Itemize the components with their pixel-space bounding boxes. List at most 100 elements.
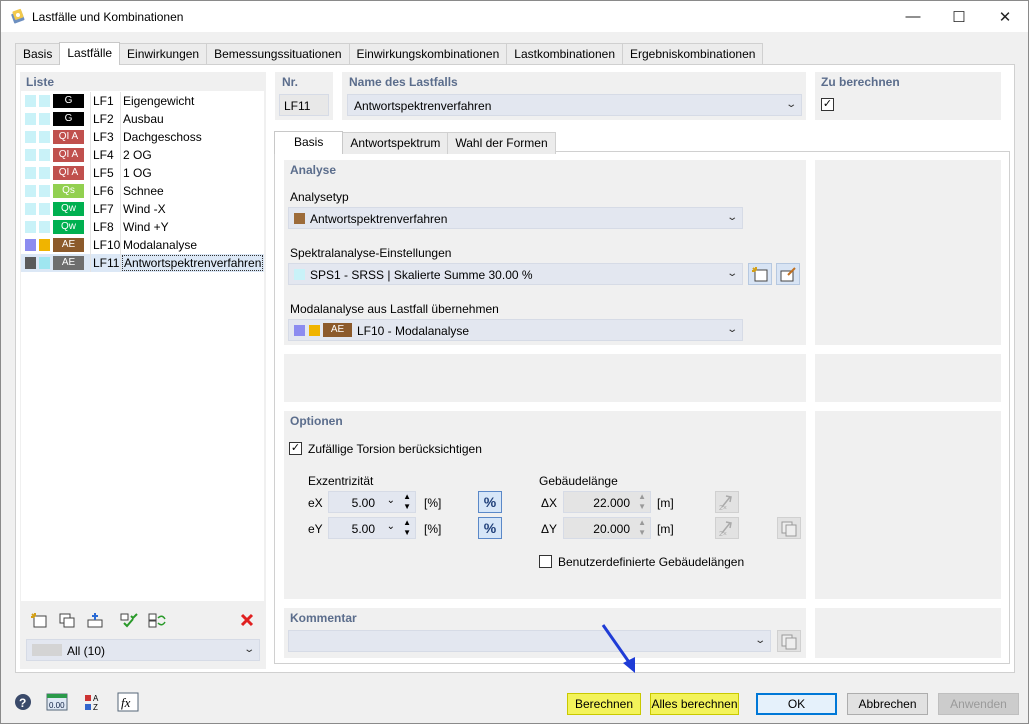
list-item[interactable]: QI A LF3 Dachgeschoss [21, 128, 264, 146]
pick-icon: 2× [719, 521, 732, 538]
copy-item-icon[interactable] [55, 609, 79, 631]
new-item-icon[interactable] [27, 609, 51, 631]
formula-icon[interactable]: fx [116, 691, 140, 713]
maximize-button[interactable]: ☐ [936, 1, 982, 32]
tab-einwirkungen[interactable]: Einwirkungen [119, 43, 208, 65]
ex-percent-button[interactable]: % [478, 491, 502, 513]
edit-spectral-button[interactable] [776, 263, 800, 285]
spinner-icon[interactable]: ▲ ▼ [403, 492, 411, 512]
nr-field[interactable]: LF11 [279, 94, 329, 116]
color-swatch [39, 185, 50, 197]
dy-input[interactable]: 20.000 ▲ ▼ [563, 517, 651, 539]
nr-label: Nr. [282, 75, 299, 89]
list-item[interactable]: Qw LF8 Wind +Y [21, 218, 264, 236]
action-category-badge: QI A [53, 166, 84, 180]
name-select[interactable]: Antwortspektrenverfahren ⌄ [347, 94, 802, 116]
loadcase-name: Schnee [123, 184, 164, 198]
dy-value: 20.000 [593, 522, 630, 536]
divider [120, 92, 121, 110]
list-item[interactable]: AE LF10 Modalanalyse [21, 236, 264, 254]
divider [90, 218, 91, 236]
copy-length-button[interactable] [777, 517, 801, 539]
anwenden-button[interactable]: Anwenden [938, 693, 1019, 715]
ex-input[interactable]: 5.00 ⌄ ▲ ▼ [328, 491, 416, 513]
list-filter-select[interactable]: All (10) ⌄ [26, 639, 260, 661]
dx-pick-button[interactable]: 2× [715, 491, 739, 513]
analysetyp-value: Antwortspektrenverfahren [310, 212, 448, 226]
kommentar-copy-button[interactable] [777, 630, 801, 652]
dy-pick-button[interactable]: 2× [715, 517, 739, 539]
list-item[interactable]: AE LF11 Antwortspektrenverfahren [21, 254, 264, 272]
tab-einwirkungskombinationen[interactable]: Einwirkungskombinationen [348, 43, 508, 65]
loadcase-code: LF8 [93, 220, 114, 234]
tab-lastkombinationen[interactable]: Lastkombinationen [506, 43, 623, 65]
loadcase-code: LF10 [93, 238, 121, 252]
divider [120, 218, 121, 236]
check-all-icon[interactable] [117, 609, 141, 631]
divider [90, 254, 91, 272]
copy-icon [781, 634, 797, 650]
chevron-down-icon: ⌄ [753, 635, 766, 646]
list-item[interactable]: Qs LF6 Schnee [21, 182, 264, 200]
alles-berechnen-button[interactable]: Alles berechnen [650, 693, 739, 715]
svg-text:0.00: 0.00 [49, 701, 65, 710]
ey-input[interactable]: 5.00 ⌄ ▲ ▼ [328, 517, 416, 539]
calc-checkbox[interactable]: ✓ [821, 98, 834, 111]
analysetyp-select[interactable]: Antwortspektrenverfahren ⌄ [288, 207, 743, 229]
app-icon [11, 8, 25, 24]
abbrechen-button[interactable]: Abbrechen [847, 693, 928, 715]
torsion-checkbox[interactable]: ✓ [289, 442, 302, 455]
spektral-select[interactable]: SPS1 - SRSS | Skalierte Summe 30.00 % ⌄ [288, 263, 743, 285]
divider [120, 164, 121, 182]
list-item[interactable]: QI A LF4 2 OG [21, 146, 264, 164]
divider [90, 146, 91, 164]
berechnen-button[interactable]: Berechnen [567, 693, 641, 715]
list-item[interactable]: QI A LF5 1 OG [21, 164, 264, 182]
display-icon[interactable]: AZ [81, 691, 105, 713]
renumber-icon[interactable] [83, 609, 107, 631]
modal-label: Modalanalyse aus Lastfall übernehmen [290, 302, 499, 316]
color-swatch [39, 131, 50, 143]
spektral-swatch [294, 269, 305, 280]
spinner-icon[interactable]: ▲ ▼ [403, 518, 411, 538]
chevron-down-icon: ⌄ [725, 324, 738, 335]
tab-bemessungssituationen[interactable]: Bemessungssituationen [206, 43, 350, 65]
list-item[interactable]: G LF1 Eigengewicht [21, 92, 264, 110]
dx-label: ΔX [541, 496, 558, 510]
minimize-button[interactable]: — [890, 1, 936, 32]
loadcase-code: LF1 [93, 94, 114, 108]
loadcase-name: Ausbau [123, 112, 164, 126]
tab-basis[interactable]: Basis [15, 43, 61, 65]
new-spectral-button[interactable] [748, 263, 772, 285]
ey-unit: [%] [424, 522, 442, 536]
kommentar-input[interactable]: ⌄ [288, 630, 771, 652]
benutzer-checkbox[interactable] [539, 555, 552, 568]
subtab-basis[interactable]: Basis [274, 131, 344, 154]
invert-check-icon[interactable] [145, 609, 169, 631]
list-item[interactable]: G LF2 Ausbau [21, 110, 264, 128]
help-icon[interactable]: ? [11, 691, 35, 713]
empty-group [284, 354, 806, 402]
ey-percent-button[interactable]: % [478, 517, 502, 539]
sub-tabs: Basis Antwortspektrum Wahl der Formen [274, 131, 556, 154]
divider [120, 146, 121, 164]
subtab-wahl-der-formen[interactable]: Wahl der Formen [447, 132, 556, 154]
dy-label: ΔY [541, 522, 558, 536]
dx-unit: [m] [657, 496, 674, 510]
list-item[interactable]: Qw LF7 Wind -X [21, 200, 264, 218]
action-category-badge: QI A [53, 148, 84, 162]
tab-lastfaelle[interactable]: Lastfälle [59, 42, 121, 65]
modal-swatch-2 [309, 325, 320, 336]
benutzer-label: Benutzerdefinierte Gebäudelängen [558, 555, 745, 569]
delete-icon[interactable] [235, 609, 259, 631]
tab-ergebniskombinationen[interactable]: Ergebniskombinationen [622, 43, 764, 65]
subtab-antwortspektrum[interactable]: Antwortspektrum [342, 132, 449, 154]
dx-input[interactable]: 22.000 ▲ ▼ [563, 491, 651, 513]
modal-select[interactable]: AE LF10 - Modalanalyse ⌄ [288, 319, 743, 341]
exzentrizitaet-label: Exzentrizität [308, 474, 374, 488]
dialog-window: Lastfälle und Kombinationen — ☐ ✕ Basis … [0, 0, 1029, 724]
units-icon[interactable]: 0.00 [45, 691, 69, 713]
loadcase-code: LF7 [93, 202, 114, 216]
ok-button[interactable]: OK [756, 693, 837, 715]
close-button[interactable]: ✕ [982, 1, 1028, 32]
